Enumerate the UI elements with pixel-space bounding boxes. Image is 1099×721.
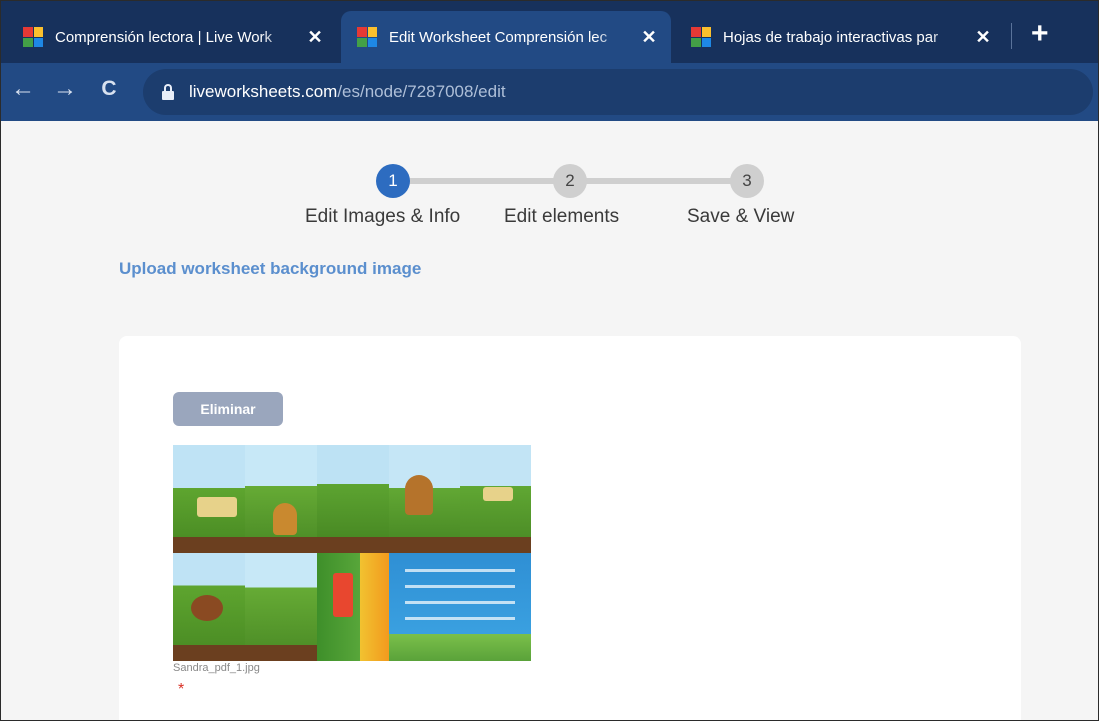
tab-strip: Comprensión lectora | Live Work ✕ Edit W… (1, 1, 1098, 65)
tab-title: Comprensión lectora | Live Work (55, 28, 273, 46)
image-filename: Sandra_pdf_1.jpg (173, 662, 260, 674)
worksheet-page-thumbnail (245, 553, 317, 661)
plus-icon[interactable]: + (1031, 19, 1049, 49)
worksheet-illustration (191, 595, 223, 621)
tab-title: Edit Worksheet Comprensión lec (389, 28, 608, 46)
step-1-label: Edit Images & Info (305, 206, 461, 227)
worksheet-illustration (273, 503, 297, 535)
browser-window: Comprensión lectora | Live Work ✕ Edit W… (0, 0, 1099, 721)
liveworksheets-favicon-icon (23, 27, 43, 47)
page-content: 1 2 3 Edit Images & Info Edit elements S… (1, 121, 1098, 720)
browser-toolbar: ← → C liveworksheets.com/es/node/7287008… (1, 63, 1098, 121)
reload-icon[interactable]: C (95, 75, 123, 103)
worksheet-text-line (405, 569, 515, 572)
worksheet-text-line (405, 617, 515, 620)
required-marker: * (178, 681, 185, 698)
step-3-indicator: 3 (730, 164, 764, 198)
tab-edit-worksheet[interactable]: Edit Worksheet Comprensión lec ✕ (341, 11, 671, 63)
back-arrow-icon[interactable]: ← (9, 75, 37, 103)
upload-card: Eliminar Sandra_pdf_1.jpg * (119, 336, 1021, 720)
url-path: /es/node/7287008/edit (337, 82, 506, 101)
worksheet-answer-box (483, 487, 513, 501)
tab-separator (1011, 23, 1012, 49)
step-1-indicator: 1 (376, 164, 410, 198)
progress-stepper: 1 2 3 Edit Images & Info Edit elements S… (1, 121, 1098, 241)
worksheet-text-line (405, 585, 515, 588)
step-connector (585, 178, 733, 184)
liveworksheets-favicon-icon (357, 27, 377, 47)
tab-comprension-lectora[interactable]: Comprensión lectora | Live Work ✕ (7, 11, 337, 63)
delete-image-button[interactable]: Eliminar (173, 392, 283, 426)
address-bar[interactable]: liveworksheets.com/es/node/7287008/edit (143, 69, 1093, 115)
url-host: liveworksheets.com (189, 82, 338, 101)
worksheet-text-line (405, 601, 515, 604)
worksheet-page-thumbnail (317, 553, 389, 661)
step-3-label: Save & View (687, 206, 795, 227)
url-text[interactable]: liveworksheets.com/es/node/7287008/edit (189, 82, 506, 102)
worksheet-page-thumbnail (317, 445, 389, 553)
worksheet-page-thumbnail (245, 445, 317, 553)
step-2-label: Edit elements (504, 206, 620, 227)
tab-hojas-de-trabajo[interactable]: Hojas de trabajo interactivas par ✕ (675, 11, 1005, 63)
worksheet-thumbnail[interactable] (173, 445, 531, 661)
step-2-indicator: 2 (553, 164, 587, 198)
lock-icon[interactable] (161, 84, 175, 100)
liveworksheets-favicon-icon (691, 27, 711, 47)
forward-arrow-icon[interactable]: → (51, 75, 79, 103)
worksheet-answer-box (197, 497, 237, 517)
close-icon[interactable]: ✕ (639, 27, 659, 48)
upload-heading: Upload worksheet background image (119, 259, 422, 278)
tab-title: Hojas de trabajo interactivas par (723, 28, 939, 46)
worksheet-illustration (333, 573, 353, 617)
worksheet-illustration (405, 475, 433, 515)
step-connector (409, 178, 557, 184)
close-icon[interactable]: ✕ (305, 27, 325, 48)
close-icon[interactable]: ✕ (973, 27, 993, 48)
